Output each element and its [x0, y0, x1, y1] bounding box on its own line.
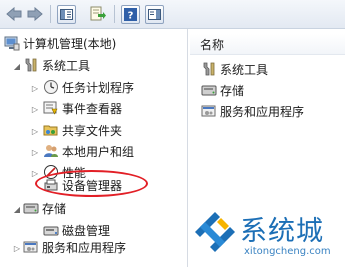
shared-folder-icon [42, 122, 59, 138]
event-viewer-icon [42, 100, 59, 116]
tree-label: 共享文件夹 [62, 123, 123, 138]
tree-node-storage[interactable]: 存储 [22, 199, 66, 217]
toolbar: ? [0, 0, 345, 29]
expand-arrow-icon[interactable]: ▷ [30, 126, 40, 136]
disk-management-icon [42, 222, 59, 238]
expand-arrow-icon[interactable]: ▷ [30, 147, 40, 157]
clock-icon [42, 79, 59, 95]
tools-icon [200, 61, 217, 77]
back-arrow-icon[interactable] [6, 5, 22, 22]
list-item-label: 系统工具 [220, 62, 269, 77]
tree-node-services-applications[interactable]: 服务和应用程序 [22, 238, 126, 256]
tree-node-computer-management[interactable]: 计算机管理(本地) [3, 34, 116, 52]
list-item[interactable]: 服务和应用程序 [200, 102, 304, 120]
collapse-arrow-icon[interactable]: ◢ [12, 204, 22, 214]
tree-label: 磁盘管理 [62, 223, 111, 238]
toolbar-separator [50, 5, 51, 23]
list-item-label: 存储 [220, 83, 245, 98]
computer-management-icon [3, 35, 20, 51]
services-icon [200, 103, 217, 119]
show-hide-tree-icon[interactable] [57, 5, 76, 24]
watermark-url: xitongcheng.com [244, 246, 331, 257]
export-list-icon[interactable] [89, 5, 107, 22]
collapse-arrow-icon[interactable]: ◢ [12, 61, 22, 71]
expand-arrow-icon[interactable]: ▷ [30, 168, 40, 178]
tools-icon [22, 57, 39, 73]
tree-node-local-users-groups[interactable]: 本地用户和组 [42, 142, 134, 160]
watermark-brand: 系统城 [240, 216, 324, 247]
tree-label: 服务和应用程序 [42, 240, 127, 255]
tree-label: 本地用户和组 [62, 144, 135, 159]
svg-text:?: ? [128, 11, 134, 22]
storage-icon [200, 82, 217, 98]
list-item[interactable]: 系统工具 [200, 60, 268, 78]
navigation-tree: 计算机管理(本地) ◢ 系统工具 ▷ 任务计划程序 ▷ 事件查看器 ▷ 共享文件… [0, 29, 188, 267]
tree-label: 存储 [42, 201, 67, 216]
expand-arrow-icon[interactable]: ▷ [30, 104, 40, 114]
column-header-name[interactable]: 名称 [190, 34, 345, 55]
forward-arrow-icon[interactable] [27, 5, 43, 22]
tree-node-task-scheduler[interactable]: 任务计划程序 [42, 78, 134, 96]
highlight-ellipse [35, 170, 148, 197]
tree-node-disk-management[interactable]: 磁盘管理 [42, 221, 110, 239]
users-icon [42, 143, 59, 159]
windows-logo-icon [195, 212, 235, 252]
expand-arrow-icon[interactable]: ▷ [30, 83, 40, 93]
tree-label: 计算机管理(本地) [23, 36, 117, 51]
watermark: 系统城 xitongcheng.com [188, 205, 345, 267]
help-icon[interactable]: ? [121, 5, 140, 24]
list-item-label: 服务和应用程序 [220, 104, 305, 119]
tree-node-event-viewer[interactable]: 事件查看器 [42, 99, 122, 117]
tree-node-shared-folders[interactable]: 共享文件夹 [42, 121, 122, 139]
services-icon [22, 239, 39, 255]
tree-label: 事件查看器 [62, 101, 123, 116]
storage-icon [22, 200, 39, 216]
expand-arrow-icon[interactable]: ▷ [12, 243, 22, 253]
tree-node-system-tools[interactable]: 系统工具 [22, 56, 90, 74]
list-item[interactable]: 存储 [200, 81, 244, 99]
column-header-label: 名称 [200, 37, 225, 52]
show-hide-action-pane-icon[interactable] [145, 5, 164, 24]
tree-label: 系统工具 [42, 58, 91, 73]
toolbar-separator [114, 5, 115, 23]
tree-label: 任务计划程序 [62, 80, 135, 95]
